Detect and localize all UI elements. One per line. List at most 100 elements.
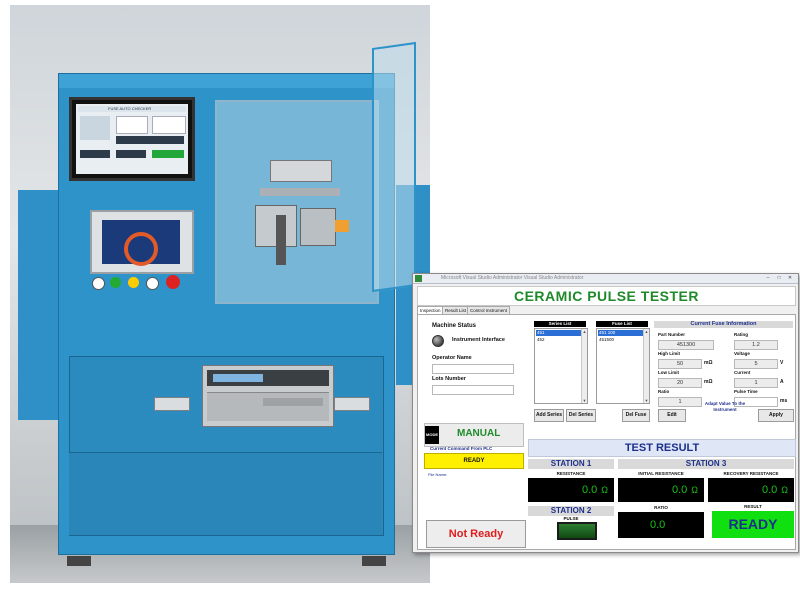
- cabinet-top-rail: [59, 74, 394, 88]
- pulse-label: PULSE: [563, 516, 579, 521]
- voltage-value: 5: [734, 359, 778, 369]
- high-limit-value: 50: [658, 359, 702, 369]
- edit-button[interactable]: Edit: [658, 409, 686, 422]
- scroll-up-icon: ▲: [644, 329, 649, 334]
- voltage-unit: V: [780, 360, 784, 366]
- app-banner: CERAMIC PULSE TESTER: [417, 286, 796, 306]
- part-number-label: Part Number: [658, 332, 686, 337]
- add-series-button[interactable]: Add Series: [534, 409, 564, 422]
- monitor-title: FUSE AUTO CHECKER: [108, 106, 152, 111]
- pulse-indicator: [557, 522, 597, 540]
- scroll-up-icon: ▲: [582, 329, 587, 334]
- fuse-list-header: Fuse List: [596, 321, 648, 327]
- machine-status-title: Machine Status: [432, 323, 477, 329]
- cabinet-bottom-door: [69, 452, 382, 535]
- low-limit-unit: mΩ: [704, 379, 713, 385]
- tab-control-instrument[interactable]: Control Instrument: [467, 306, 511, 314]
- ohm-unit: Ω: [601, 485, 608, 495]
- open-door: [372, 41, 416, 293]
- instrument-interface-indicator: [432, 335, 444, 347]
- initial-resistance-label: INITIAL RESISTANCE: [638, 471, 684, 476]
- ratio-result-value: 0.0: [650, 519, 666, 531]
- cabinet-foot: [362, 556, 386, 566]
- high-limit-unit: mΩ: [704, 360, 713, 366]
- series-list[interactable]: 451 452 ▲ ▼: [534, 328, 588, 404]
- station1-resistance-readout: 0.0 Ω: [528, 478, 614, 502]
- station1-resistance-value: 0.0: [581, 484, 598, 496]
- low-limit-value: 20: [658, 378, 702, 388]
- initial-resistance-value: 0.0: [671, 484, 688, 496]
- resistance-label: RESISTANCE: [556, 471, 586, 476]
- test-mechanism: [240, 160, 350, 280]
- rating-value: 1.2: [734, 340, 778, 350]
- mode-tag: MODE: [425, 426, 439, 444]
- plc-command-label: Current Command From PLC: [430, 446, 493, 451]
- current-value: 1: [734, 378, 778, 388]
- cabinet-handle-right: [334, 397, 370, 411]
- current-unit: A: [780, 379, 784, 385]
- apply-button[interactable]: Apply: [758, 409, 794, 422]
- hmi-screen: [102, 220, 180, 266]
- station1-title: STATION 1: [528, 459, 614, 469]
- del-series-button[interactable]: Del Series: [566, 409, 596, 422]
- hmi-touch-panel: [90, 210, 194, 274]
- series-list-header: Series List: [534, 321, 586, 327]
- scroll-down-icon: ▼: [644, 398, 649, 403]
- list-item[interactable]: 451500: [598, 337, 643, 343]
- del-fuse-button[interactable]: Del Fuse: [622, 409, 650, 422]
- machine-photo: FUSE AUTO CHECKER: [10, 5, 430, 583]
- mode-value: MANUAL: [457, 428, 501, 439]
- ohm-unit: Ω: [781, 485, 788, 495]
- tab-result-list[interactable]: Result List: [442, 306, 470, 314]
- fuse-list[interactable]: 451 100 451500 ▲ ▼: [596, 328, 650, 404]
- measurement-instrument: [202, 365, 334, 427]
- initial-resistance-readout: 0.0 Ω: [618, 478, 704, 502]
- mode-panel: MODE MANUAL: [424, 423, 524, 447]
- list-item[interactable]: 451: [536, 330, 581, 336]
- pulse-time-unit: ms: [780, 398, 788, 404]
- ratio-result-label: RATIO: [654, 505, 668, 510]
- background-cabinet: [18, 190, 58, 420]
- inspection-pane: Machine Status Instrument Interface Oper…: [417, 314, 796, 550]
- window-title: Microsoft Visual Studio Administrator Vi…: [441, 275, 584, 281]
- monitor: FUSE AUTO CHECKER: [69, 97, 195, 181]
- window-titlebar: Microsoft Visual Studio Administrator Vi…: [413, 274, 798, 284]
- current-label: Current: [734, 370, 751, 375]
- hmi-dial: [124, 232, 158, 266]
- close-icon[interactable]: ✕: [785, 275, 795, 281]
- operator-name-label: Operator Name: [432, 355, 472, 361]
- result-label: RESULT: [712, 502, 794, 511]
- ratio-label: Ratio: [658, 389, 670, 394]
- lots-number-field[interactable]: [432, 385, 514, 395]
- list-item[interactable]: 451 100: [598, 330, 643, 336]
- cabinet-handle-left: [154, 397, 190, 411]
- maximize-icon[interactable]: □: [774, 275, 784, 281]
- ratio-readout: 0.0: [618, 512, 704, 538]
- app-icon: [415, 275, 422, 282]
- recovery-resistance-readout: 0.0 Ω: [708, 478, 794, 502]
- plc-command-value: READY: [424, 453, 524, 469]
- tester-app-window: Microsoft Visual Studio Administrator Vi…: [412, 273, 799, 553]
- fuse-scrollbar[interactable]: ▲ ▼: [643, 329, 649, 403]
- ratio-value: 1: [658, 397, 702, 407]
- minimize-icon[interactable]: –: [763, 275, 773, 281]
- operator-name-field[interactable]: [432, 364, 514, 374]
- fuse-info-header: Current Fuse Information: [654, 321, 793, 328]
- recovery-resistance-value: 0.0: [761, 484, 778, 496]
- recovery-resistance-label: RECOVERY RESISTANCE: [723, 471, 779, 476]
- not-ready-button[interactable]: Not Ready: [426, 520, 526, 548]
- ohm-unit: Ω: [691, 485, 698, 495]
- pulse-time-label: Pulse Time: [734, 389, 758, 394]
- adapt-value-label: Adapt Value To the Instrument: [704, 401, 746, 412]
- result-status: READY: [712, 511, 794, 538]
- monitor-screen: FUSE AUTO CHECKER: [76, 104, 188, 174]
- instrument-interface-label: Instrument Interface: [452, 337, 505, 343]
- test-result-header: TEST RESULT: [528, 439, 796, 457]
- list-item[interactable]: 452: [536, 337, 581, 343]
- scroll-down-icon: ▼: [582, 398, 587, 403]
- high-limit-label: High Limit: [658, 351, 680, 356]
- app-title: CERAMIC PULSE TESTER: [513, 288, 699, 304]
- low-limit-label: Low Limit: [658, 370, 679, 375]
- part-number-value: 451300: [658, 340, 714, 350]
- series-scrollbar[interactable]: ▲ ▼: [581, 329, 587, 403]
